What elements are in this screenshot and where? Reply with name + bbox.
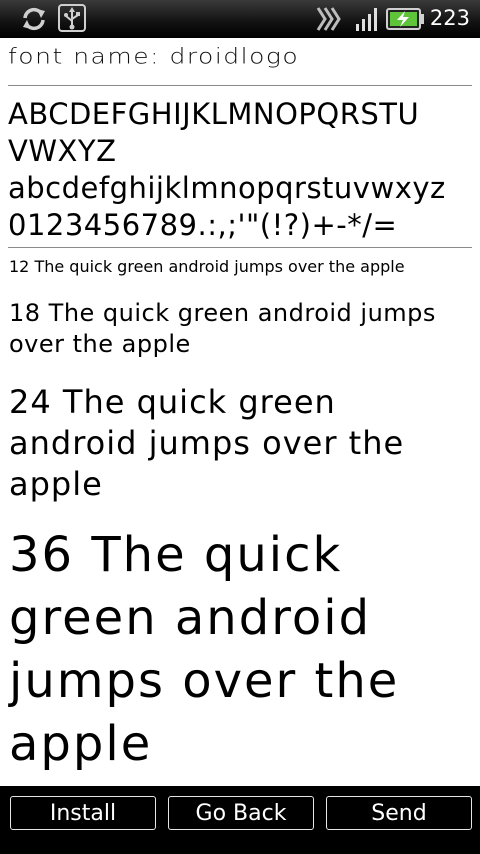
action-bar: Install Go Back Send [0, 786, 480, 854]
battery-charging-icon [386, 8, 426, 34]
top-divider [8, 85, 472, 86]
send-button[interactable]: Send [326, 796, 472, 830]
font-name-label: font name: droidlogo [8, 44, 300, 69]
sample-text-12: 12 The quick green android jumps over th… [9, 257, 405, 276]
usb-icon [58, 4, 86, 36]
uppercase-line-2: VWXYZ [8, 134, 117, 168]
signal-icon [354, 6, 380, 36]
go-back-button[interactable]: Go Back [168, 796, 314, 830]
lowercase-line: abcdefghijklmnopqrstuvwxyz [8, 171, 446, 205]
sample-text-18: 18 The quick green android jumps over th… [9, 299, 436, 358]
data-activity-icon [316, 6, 342, 36]
digits-symbols-line: 0123456789.:,;'"(!?)+-*/= [8, 208, 398, 242]
install-button[interactable]: Install [10, 796, 156, 830]
uppercase-line-1: ABCDEFGHIJKLMNOPQRSTU [8, 97, 420, 131]
sample-text-24: 24 The quick green android jumps over th… [9, 383, 405, 503]
sync-icon [20, 5, 48, 37]
sample-text-36: 36 The quick green android jumps over th… [9, 527, 400, 772]
charset-divider [8, 247, 472, 248]
character-set: ABCDEFGHIJKLMNOPQRSTU VWXYZ abcdefghijkl… [8, 96, 472, 244]
font-preview: font name: droidlogo ABCDEFGHIJKLMNOPQRS… [0, 38, 480, 786]
clock-time: 223 [429, 6, 470, 30]
status-bar: 223 [0, 0, 480, 38]
